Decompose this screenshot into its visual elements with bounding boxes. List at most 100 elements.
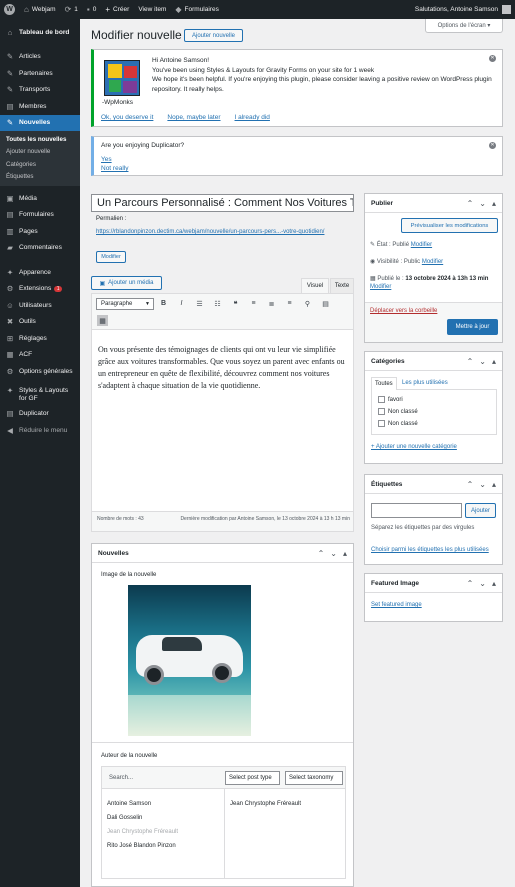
align-right-icon[interactable]: ≡ [284, 298, 295, 309]
selected-author[interactable]: Jean Chrystophe Fréreault [230, 797, 301, 811]
menu-options-generales[interactable]: ⚙ Options générales [0, 363, 80, 380]
add-tag-button[interactable]: Ajouter [465, 503, 496, 518]
author-choice[interactable]: Antoine Samson [107, 797, 178, 811]
tab-text[interactable]: Texte [330, 278, 354, 293]
collapse-icon[interactable]: ▴ [492, 579, 496, 588]
italic-icon[interactable]: I [176, 298, 187, 309]
updates-link[interactable]: ⟳ 1 [65, 5, 78, 14]
add-media-button[interactable]: ▣ Ajouter un média [91, 276, 162, 290]
move-up-icon[interactable]: ⌃ [318, 549, 325, 558]
move-up-icon[interactable]: ⌃ [467, 480, 474, 489]
menu-styles-layouts[interactable]: ✦ Styles & Layouts for GF [0, 384, 80, 406]
format-select[interactable]: Paragraphe ▼ [96, 298, 154, 310]
set-featured-image-link[interactable]: Set featured image [371, 602, 422, 608]
tab-all-categories[interactable]: Toutes [371, 377, 397, 390]
review-done-link[interactable]: I already did [235, 114, 270, 121]
menu-partenaires[interactable]: ✎ Partenaires [0, 65, 80, 82]
submenu-add-news[interactable]: Ajouter nouvelle [0, 146, 80, 159]
news-image[interactable] [128, 585, 251, 736]
edit-visibility-link[interactable]: Modifier [422, 259, 443, 265]
collapse-icon[interactable]: ▴ [492, 199, 496, 208]
tag-input[interactable] [371, 503, 462, 518]
forms-link[interactable]: ◆ Formulaires [175, 5, 218, 14]
move-down-icon[interactable]: ⌄ [479, 579, 486, 588]
review-ok-link[interactable]: Ok, you deserve it [101, 114, 153, 121]
menu-nouvelles[interactable]: ✎ Nouvelles [0, 114, 80, 131]
comments-link[interactable]: ▪ 0 [87, 5, 96, 14]
author-choice[interactable]: Rito José Blandon Pinzon [107, 839, 178, 853]
collapse-menu-button[interactable]: ◀ Réduire le menu [0, 422, 80, 439]
category-checkbox[interactable] [378, 419, 385, 427]
editor-content[interactable]: On vous présente des témoignages de clie… [92, 330, 352, 392]
menu-outils[interactable]: ✖ Outils [0, 314, 80, 331]
review-later-link[interactable]: Nope, maybe later [167, 114, 220, 121]
menu-transports[interactable]: ✎ Transports [0, 82, 80, 99]
menu-dashboard[interactable]: ⌂ Tableau de bord [0, 24, 80, 41]
toolbar-toggle-icon[interactable]: ▦ [97, 315, 108, 326]
move-down-icon[interactable]: ⌄ [479, 199, 486, 208]
link-icon[interactable]: ⚲ [302, 298, 313, 309]
menu-utilisateurs[interactable]: ☺ Utilisateurs [0, 297, 80, 314]
tab-popular-categories[interactable]: Les plus utilisées [402, 380, 448, 386]
menu-pages[interactable]: ▥ Pages [0, 223, 80, 240]
submenu-tags[interactable]: Étiquettes [0, 171, 80, 184]
bold-icon[interactable]: B [158, 298, 169, 309]
align-left-icon[interactable]: ≡ [248, 298, 259, 309]
menu-media[interactable]: ▣ Média [0, 190, 80, 207]
permalink-url[interactable]: https://rblandonpinzon.dectim.ca/webjam/… [96, 228, 336, 237]
move-up-icon[interactable]: ⌃ [467, 579, 474, 588]
move-down-icon[interactable]: ⌄ [479, 357, 486, 366]
menu-articles[interactable]: ✎ Articles [0, 49, 80, 66]
move-down-icon[interactable]: ⌄ [479, 480, 486, 489]
move-up-icon[interactable]: ⌃ [467, 357, 474, 366]
new-content-link[interactable]: + Créer [105, 5, 129, 14]
taxonomy-select[interactable]: Select taxonomy [285, 771, 343, 785]
account-menu[interactable]: Salutations, Antoine Samson [415, 5, 511, 14]
read-more-icon[interactable]: ▤ [320, 298, 331, 309]
notice-line1: You've been using Styles & Layouts for G… [152, 66, 375, 74]
edit-date-link[interactable]: Modifier [370, 284, 391, 290]
edit-status-link[interactable]: Modifier [411, 242, 432, 248]
category-checkbox[interactable] [378, 395, 385, 403]
submenu-all-news[interactable]: Toutes les nouvelles [0, 133, 80, 146]
post-title-input[interactable]: Un Parcours Personnalisé : Comment Nos V… [91, 194, 354, 212]
submenu-categories[interactable]: Catégories [0, 158, 80, 171]
author-choice[interactable]: Dali Gosselin [107, 811, 178, 825]
category-checkbox[interactable] [378, 407, 385, 415]
move-to-trash-link[interactable]: Déplacer vers la corbeille [370, 308, 437, 314]
collapse-icon[interactable]: ▴ [492, 480, 496, 489]
screen-options-button[interactable]: Options de l'écran ▾ [425, 19, 503, 33]
menu-reglages[interactable]: ⊞ Réglages [0, 330, 80, 347]
menu-commentaires[interactable]: ▰ Commentaires [0, 240, 80, 257]
menu-extensions[interactable]: ⚙ Extensions 1 [0, 281, 80, 298]
choose-tags-link[interactable]: Choisir parmi les étiquettes les plus ut… [371, 547, 489, 553]
collapse-icon[interactable]: ▴ [492, 357, 496, 366]
dismiss-notice-icon[interactable]: ✕ [489, 55, 496, 62]
permalink-modify-button[interactable]: Modifier [96, 251, 126, 263]
move-down-icon[interactable]: ⌄ [330, 549, 337, 558]
bullet-list-icon[interactable]: ☰ [194, 298, 205, 309]
menu-formulaires[interactable]: ▤ Formulaires [0, 207, 80, 224]
view-item-link[interactable]: View item [138, 6, 166, 13]
duplicator-no-link[interactable]: Not really [101, 165, 128, 172]
blockquote-icon[interactable]: ❝ [230, 298, 241, 309]
update-button[interactable]: Mettre à jour [447, 319, 498, 335]
collapse-icon[interactable]: ▴ [343, 549, 347, 558]
site-name-link[interactable]: ⌂ Webjam [24, 5, 56, 14]
numbered-list-icon[interactable]: ☷ [212, 298, 223, 309]
menu-acf[interactable]: ▦ ACF [0, 347, 80, 364]
move-up-icon[interactable]: ⌃ [467, 199, 474, 208]
align-center-icon[interactable]: ≣ [266, 298, 277, 309]
author-search-input[interactable]: Search... [106, 771, 220, 785]
wordpress-logo-icon[interactable]: W [4, 4, 15, 15]
menu-membres[interactable]: ▤ Membres [0, 98, 80, 115]
menu-apparence[interactable]: ✦ Apparence [0, 264, 80, 281]
preview-changes-button[interactable]: Prévisualiser les modifications [401, 218, 498, 233]
menu-duplicator[interactable]: ▤ Duplicator [0, 406, 80, 423]
post-type-select[interactable]: Select post type [225, 771, 280, 785]
duplicator-yes-link[interactable]: Yes [101, 156, 112, 163]
tab-visual[interactable]: Visuel [301, 278, 329, 293]
dismiss-duplicator-icon[interactable]: ✕ [489, 142, 496, 149]
add-category-link[interactable]: + Ajouter une nouvelle catégorie [371, 444, 457, 450]
add-new-button[interactable]: Ajouter nouvelle [184, 29, 243, 42]
